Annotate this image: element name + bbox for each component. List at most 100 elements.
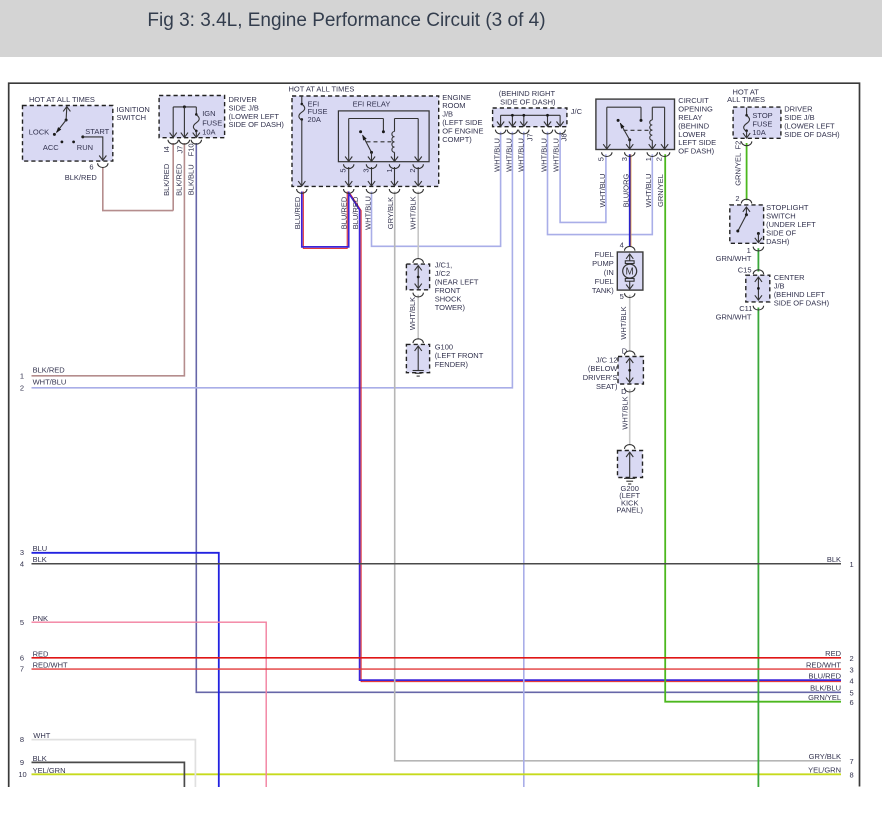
svg-text:FUEL: FUEL <box>595 250 614 259</box>
svg-text:WHT/BLK: WHT/BLK <box>619 306 628 339</box>
svg-text:(BELOW: (BELOW <box>588 364 619 373</box>
svg-text:DASH): DASH) <box>766 237 790 246</box>
svg-text:8: 8 <box>20 735 24 744</box>
svg-text:1: 1 <box>20 372 24 381</box>
svg-text:RED/WHT: RED/WHT <box>806 660 841 669</box>
svg-text:C15: C15 <box>738 266 752 275</box>
svg-text:EFI RELAY: EFI RELAY <box>353 99 391 108</box>
svg-text:BLK: BLK <box>33 754 47 763</box>
svg-text:WHT/BLU: WHT/BLU <box>505 138 514 172</box>
svg-text:J8: J8 <box>560 133 569 141</box>
svg-text:BLK/BLU: BLK/BLU <box>187 164 196 195</box>
svg-text:4: 4 <box>850 677 854 686</box>
svg-text:WHT/BLU: WHT/BLU <box>516 138 525 172</box>
svg-text:BLK/RED: BLK/RED <box>65 173 98 182</box>
svg-text:TOWER): TOWER) <box>435 303 466 312</box>
svg-text:GRN/WHT: GRN/WHT <box>716 254 752 263</box>
svg-text:ACC: ACC <box>43 143 59 152</box>
svg-text:BLU/RED: BLU/RED <box>808 672 841 681</box>
svg-text:5: 5 <box>596 157 605 161</box>
svg-text:2: 2 <box>850 654 854 663</box>
svg-text:BLK/BLU: BLK/BLU <box>810 684 841 693</box>
svg-text:SIDE OF DASH): SIDE OF DASH) <box>229 120 285 129</box>
svg-text:J7: J7 <box>525 133 534 141</box>
svg-text:7: 7 <box>20 665 24 674</box>
svg-text:D: D <box>621 387 627 396</box>
svg-text:F2: F2 <box>733 141 742 150</box>
svg-text:6: 6 <box>850 698 854 707</box>
svg-text:BLU/RED: BLU/RED <box>293 196 302 229</box>
svg-text:3: 3 <box>20 548 24 557</box>
svg-text:5: 5 <box>850 689 854 698</box>
svg-text:10A: 10A <box>752 128 765 137</box>
svg-text:WHT/BLU: WHT/BLU <box>598 174 607 208</box>
svg-text:5: 5 <box>620 292 624 301</box>
svg-text:WHT/BLU: WHT/BLU <box>492 138 501 172</box>
svg-text:J/C 12: J/C 12 <box>596 355 618 364</box>
svg-text:GRY/BLK: GRY/BLK <box>809 752 841 761</box>
svg-text:G100: G100 <box>435 342 453 351</box>
svg-text:F10: F10 <box>186 143 195 156</box>
svg-text:BLK/RED: BLK/RED <box>33 365 66 374</box>
svg-text:BLU/ORG: BLU/ORG <box>621 173 630 207</box>
svg-text:ALL TIMES: ALL TIMES <box>727 95 765 104</box>
svg-text:SIDE OF DASH): SIDE OF DASH) <box>784 130 840 139</box>
svg-text:1: 1 <box>644 157 653 161</box>
svg-text:I4: I4 <box>162 146 171 152</box>
svg-text:5: 5 <box>20 618 24 627</box>
svg-text:GRY/BLK: GRY/BLK <box>386 197 395 229</box>
svg-text:SWITCH: SWITCH <box>117 113 147 122</box>
svg-text:SEAT): SEAT) <box>596 382 618 391</box>
svg-text:OF DASH): OF DASH) <box>678 147 714 156</box>
svg-text:SIDE OF DASH): SIDE OF DASH) <box>500 98 556 107</box>
svg-text:BLK: BLK <box>827 555 841 564</box>
svg-text:LOCK: LOCK <box>29 128 49 137</box>
svg-text:HOT AT ALL TIMES: HOT AT ALL TIMES <box>289 85 355 94</box>
svg-text:WHT/BLU: WHT/BLU <box>551 138 560 172</box>
svg-text:2: 2 <box>20 383 24 392</box>
svg-text:PNK: PNK <box>33 614 48 623</box>
svg-text:BLU: BLU <box>33 544 48 553</box>
svg-text:TANK): TANK) <box>592 286 614 295</box>
svg-text:BLK/RED: BLK/RED <box>175 163 184 196</box>
svg-text:WHT/BLU: WHT/BLU <box>539 138 548 172</box>
svg-text:6: 6 <box>89 163 93 172</box>
svg-text:BLK/RED: BLK/RED <box>162 163 171 196</box>
svg-text:RED: RED <box>825 649 841 658</box>
svg-text:(BEHIND RIGHT: (BEHIND RIGHT <box>499 89 556 98</box>
svg-text:20A: 20A <box>308 115 321 124</box>
svg-text:2: 2 <box>408 168 417 172</box>
svg-text:COMPT): COMPT) <box>442 135 472 144</box>
svg-text:BLU/RED: BLU/RED <box>340 196 349 229</box>
svg-text:5: 5 <box>338 168 347 172</box>
svg-text:BLU/RED: BLU/RED <box>351 196 360 229</box>
svg-text:SIDE OF DASH): SIDE OF DASH) <box>774 298 830 307</box>
svg-text:FENDER): FENDER) <box>435 360 469 369</box>
svg-text:WHT/BLU: WHT/BLU <box>364 196 373 230</box>
svg-text:GRN/YEL: GRN/YEL <box>808 693 841 702</box>
svg-text:1: 1 <box>385 168 394 172</box>
svg-text:(IN: (IN <box>604 268 614 277</box>
svg-text:10: 10 <box>18 770 26 779</box>
svg-text:3: 3 <box>620 157 629 161</box>
svg-text:RED/WHT: RED/WHT <box>33 661 68 670</box>
svg-text:GRN/YEL: GRN/YEL <box>656 174 665 207</box>
svg-text:PUMP: PUMP <box>592 259 614 268</box>
svg-text:2: 2 <box>654 157 663 161</box>
svg-text:WHT/BLK: WHT/BLK <box>409 196 418 229</box>
svg-text:WHT/BLU: WHT/BLU <box>33 377 67 386</box>
svg-text:WHT/BLK: WHT/BLK <box>408 297 417 330</box>
svg-text:PANEL): PANEL) <box>616 506 643 515</box>
svg-text:GRN/WHT: GRN/WHT <box>716 312 752 321</box>
svg-text:J/C: J/C <box>571 107 583 116</box>
svg-text:RED: RED <box>33 649 49 658</box>
svg-text:YEL/GRN: YEL/GRN <box>33 766 66 775</box>
svg-text:1: 1 <box>850 560 854 569</box>
svg-text:START: START <box>85 127 109 136</box>
svg-text:(LEFT FRONT: (LEFT FRONT <box>435 351 484 360</box>
svg-text:4: 4 <box>620 240 624 249</box>
svg-text:J7: J7 <box>175 146 184 154</box>
svg-text:BLK: BLK <box>33 555 47 564</box>
svg-text:6: 6 <box>20 653 24 662</box>
svg-text:10A: 10A <box>202 128 215 137</box>
